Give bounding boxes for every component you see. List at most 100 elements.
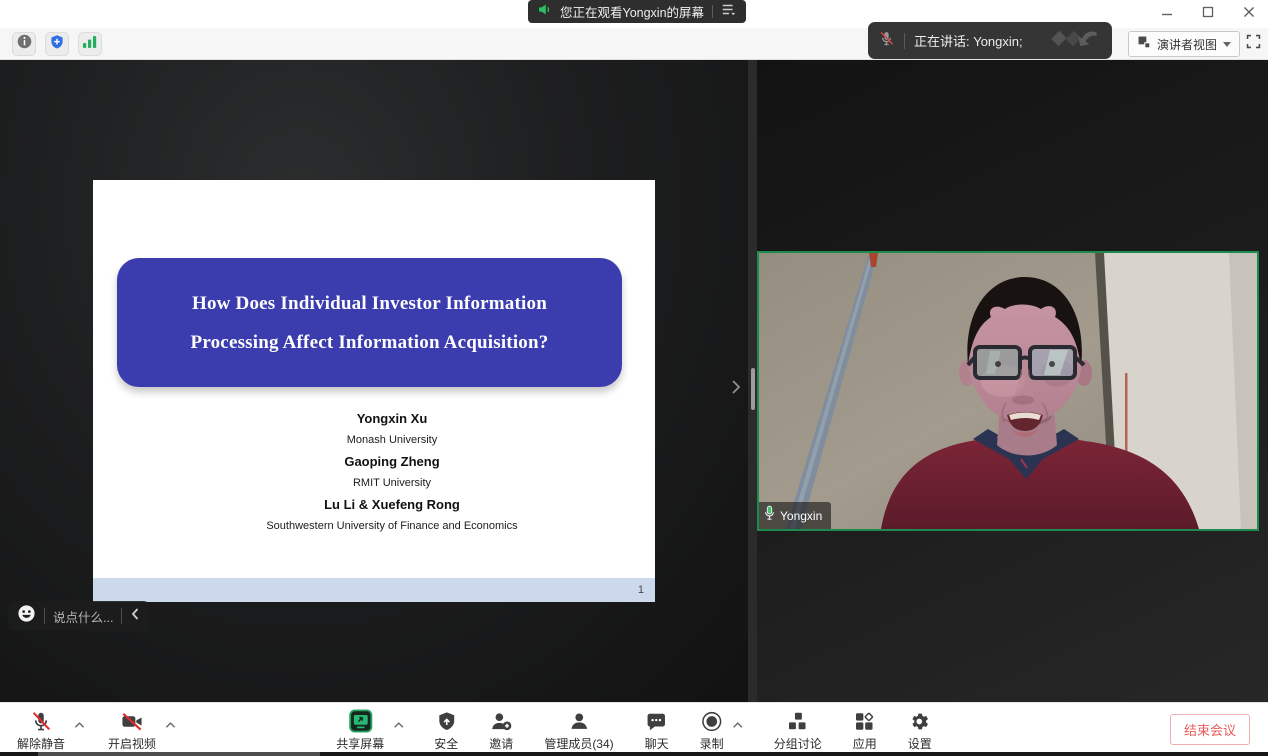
- divider-handle[interactable]: [751, 368, 755, 410]
- share-screen-button[interactable]: 共享屏幕: [331, 703, 389, 752]
- active-speaker-pill: 正在讲话: Yongxin;: [868, 22, 1112, 59]
- chevron-up-icon: [165, 721, 176, 729]
- shield-plus-icon: [49, 34, 65, 55]
- participant-name: Yongxin: [780, 509, 822, 523]
- screen-audio-icon: [537, 2, 552, 22]
- chat-input-placeholder[interactable]: 说点什么...: [53, 607, 113, 626]
- speaker-view-button[interactable]: 演讲者视图: [1128, 31, 1240, 57]
- chevron-right-icon: [730, 378, 742, 396]
- breakout-icon: [787, 709, 809, 733]
- slide-title-line1: How Does Individual Investor Information: [192, 284, 547, 323]
- window-controls: [1160, 5, 1256, 19]
- gear-icon: [909, 709, 931, 733]
- chat-button[interactable]: 聊天: [640, 703, 674, 752]
- unmute-label: 解除静音: [17, 735, 65, 752]
- record-button[interactable]: 录制: [695, 703, 729, 752]
- watermark-arrows-icon: [1044, 25, 1102, 56]
- slide-title-line2: Processing Affect Information Acquisitio…: [191, 323, 549, 362]
- video-options-button[interactable]: [161, 716, 180, 734]
- banner-divider: [712, 5, 713, 18]
- expand-panel-button[interactable]: [727, 375, 745, 399]
- share-screen-label: 共享屏幕: [336, 735, 384, 752]
- security-button[interactable]: 安全: [429, 703, 463, 752]
- minimize-button[interactable]: [1160, 5, 1174, 19]
- chat-quick-pill: 说点什么...: [8, 601, 149, 631]
- fullscreen-icon: [1245, 33, 1262, 55]
- fullscreen-button[interactable]: [1242, 33, 1264, 55]
- maximize-button[interactable]: [1201, 5, 1215, 19]
- slide-authors: Yongxin Xu Monash University Gaoping Zhe…: [111, 408, 673, 537]
- pane-divider: [748, 60, 757, 702]
- viewing-banner: 您正在观看Yongxin的屏幕: [528, 0, 746, 23]
- chevron-up-icon: [393, 721, 404, 729]
- author-affiliation: Southwestern University of Finance and E…: [111, 516, 673, 538]
- settings-button[interactable]: 设置: [903, 703, 937, 752]
- chevron-up-icon: [74, 721, 85, 729]
- audio-options-button[interactable]: [70, 716, 89, 734]
- slide-title-box: How Does Individual Investor Information…: [117, 258, 622, 387]
- security-label: 安全: [434, 735, 458, 752]
- webcam-video: [759, 253, 1257, 529]
- speaker-view-icon: [1137, 35, 1151, 54]
- mic-active-icon: [764, 505, 775, 526]
- collapse-chat-button[interactable]: [130, 607, 140, 626]
- pill-divider: [121, 608, 122, 624]
- record-label: 录制: [700, 735, 724, 752]
- start-video-label: 开启视频: [108, 735, 156, 752]
- mic-muted-icon: [30, 709, 52, 733]
- main-area: How Does Individual Investor Information…: [0, 60, 1268, 702]
- speaker-view-label: 演讲者视图: [1157, 36, 1217, 53]
- invite-icon: [489, 709, 513, 733]
- settings-label: 设置: [908, 735, 932, 752]
- participant-video-tile[interactable]: Yongxin: [757, 251, 1259, 531]
- bottom-edge-strip: [0, 752, 1268, 756]
- chat-icon: [646, 709, 668, 733]
- start-video-button[interactable]: 开启视频: [103, 703, 161, 752]
- info-icon: [16, 33, 33, 55]
- share-options-button[interactable]: [389, 716, 408, 734]
- invite-button[interactable]: 邀请: [484, 703, 518, 752]
- chat-label: 聊天: [645, 735, 669, 752]
- camera-muted-icon: [120, 709, 144, 733]
- chevron-left-icon: [130, 607, 140, 621]
- shared-screen-pane: How Does Individual Investor Information…: [0, 60, 748, 702]
- invite-label: 邀请: [489, 735, 513, 752]
- breakout-label: 分组讨论: [774, 735, 822, 752]
- end-meeting-button[interactable]: 结束会议: [1170, 714, 1250, 745]
- close-button[interactable]: [1242, 5, 1256, 19]
- record-icon: [700, 709, 723, 733]
- author-affiliation: RMIT University: [111, 473, 673, 495]
- meeting-info-button[interactable]: [12, 32, 36, 56]
- bottom-edge-segment: [38, 752, 320, 756]
- pill-divider: [44, 608, 45, 624]
- share-screen-icon: [348, 709, 373, 733]
- apps-button[interactable]: 应用: [848, 703, 882, 752]
- record-options-button[interactable]: [729, 716, 748, 734]
- video-pane: Yongxin: [757, 60, 1268, 702]
- apps-icon: [854, 709, 876, 733]
- slide-page-number: 1: [638, 578, 644, 602]
- signal-bars-icon: [82, 35, 98, 54]
- connection-quality-indicator[interactable]: [78, 32, 102, 56]
- slide-footer-band: 1: [93, 578, 655, 602]
- menu-icon[interactable]: [721, 3, 737, 21]
- author-name: Gaoping Zheng: [111, 451, 673, 473]
- pill-divider: [904, 33, 905, 49]
- breakout-rooms-button[interactable]: 分组讨论: [769, 703, 827, 752]
- participant-name-tag: Yongxin: [759, 502, 831, 529]
- author-name: Yongxin Xu: [111, 408, 673, 430]
- encryption-button[interactable]: [45, 32, 69, 56]
- meeting-window: 您正在观看Yongxin的屏幕 正在讲话: Yongxin; 演讲者视图: [0, 0, 1268, 756]
- participants-label: 管理成员(34): [544, 735, 613, 752]
- meeting-toolbar: 解除静音 开启视频 共享屏幕 安全: [0, 702, 1268, 752]
- apps-label: 应用: [853, 735, 877, 752]
- chevron-up-icon: [733, 721, 744, 729]
- chevron-down-icon: [1223, 42, 1231, 47]
- author-name: Lu Li & Xuefeng Rong: [111, 494, 673, 516]
- emoji-button[interactable]: [17, 604, 36, 628]
- speaking-label: 正在讲话: Yongxin;: [914, 31, 1023, 50]
- mic-muted-icon: [878, 30, 895, 52]
- shield-icon: [436, 709, 457, 733]
- unmute-button[interactable]: 解除静音: [12, 703, 70, 752]
- participants-button[interactable]: 管理成员(34): [539, 703, 618, 752]
